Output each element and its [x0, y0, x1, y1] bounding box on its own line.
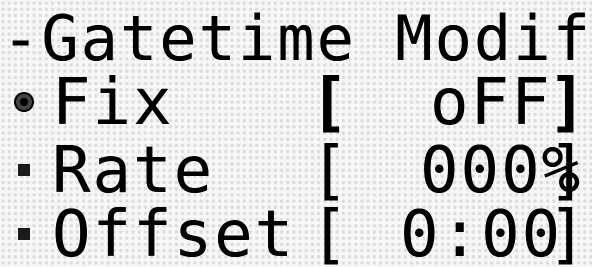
open-bracket: [ [310, 198, 351, 267]
screen-title: -Gatetime Modify- [2, 2, 592, 75]
open-bracket: [ [310, 66, 351, 140]
menu-item-fix[interactable]: Fix [ oFF ] [0, 70, 592, 136]
selected-bullet-icon [14, 92, 34, 112]
menu-item-value: oFF [430, 66, 552, 140]
open-bracket: [ [310, 134, 351, 208]
bullet-icon [18, 164, 30, 176]
close-bracket: ] [548, 66, 589, 140]
menu-item-offset[interactable]: Offset [ 0:00 ] [0, 202, 592, 267]
menu-item-label: Fix [52, 66, 174, 140]
menu-item-label: Rate [52, 134, 215, 208]
menu-item-value: 0:00 [400, 198, 563, 267]
close-bracket: ] [548, 134, 589, 208]
close-bracket: ] [548, 198, 589, 267]
menu-item-label: Offset [52, 198, 296, 267]
bullet-icon [18, 228, 30, 240]
screen-title-row: -Gatetime Modify- [0, 6, 592, 72]
lcd-display: -Gatetime Modify- Fix [ oFF ] Rate [ 000… [0, 0, 592, 267]
menu-item-rate[interactable]: Rate [ 000% ] [0, 138, 592, 204]
